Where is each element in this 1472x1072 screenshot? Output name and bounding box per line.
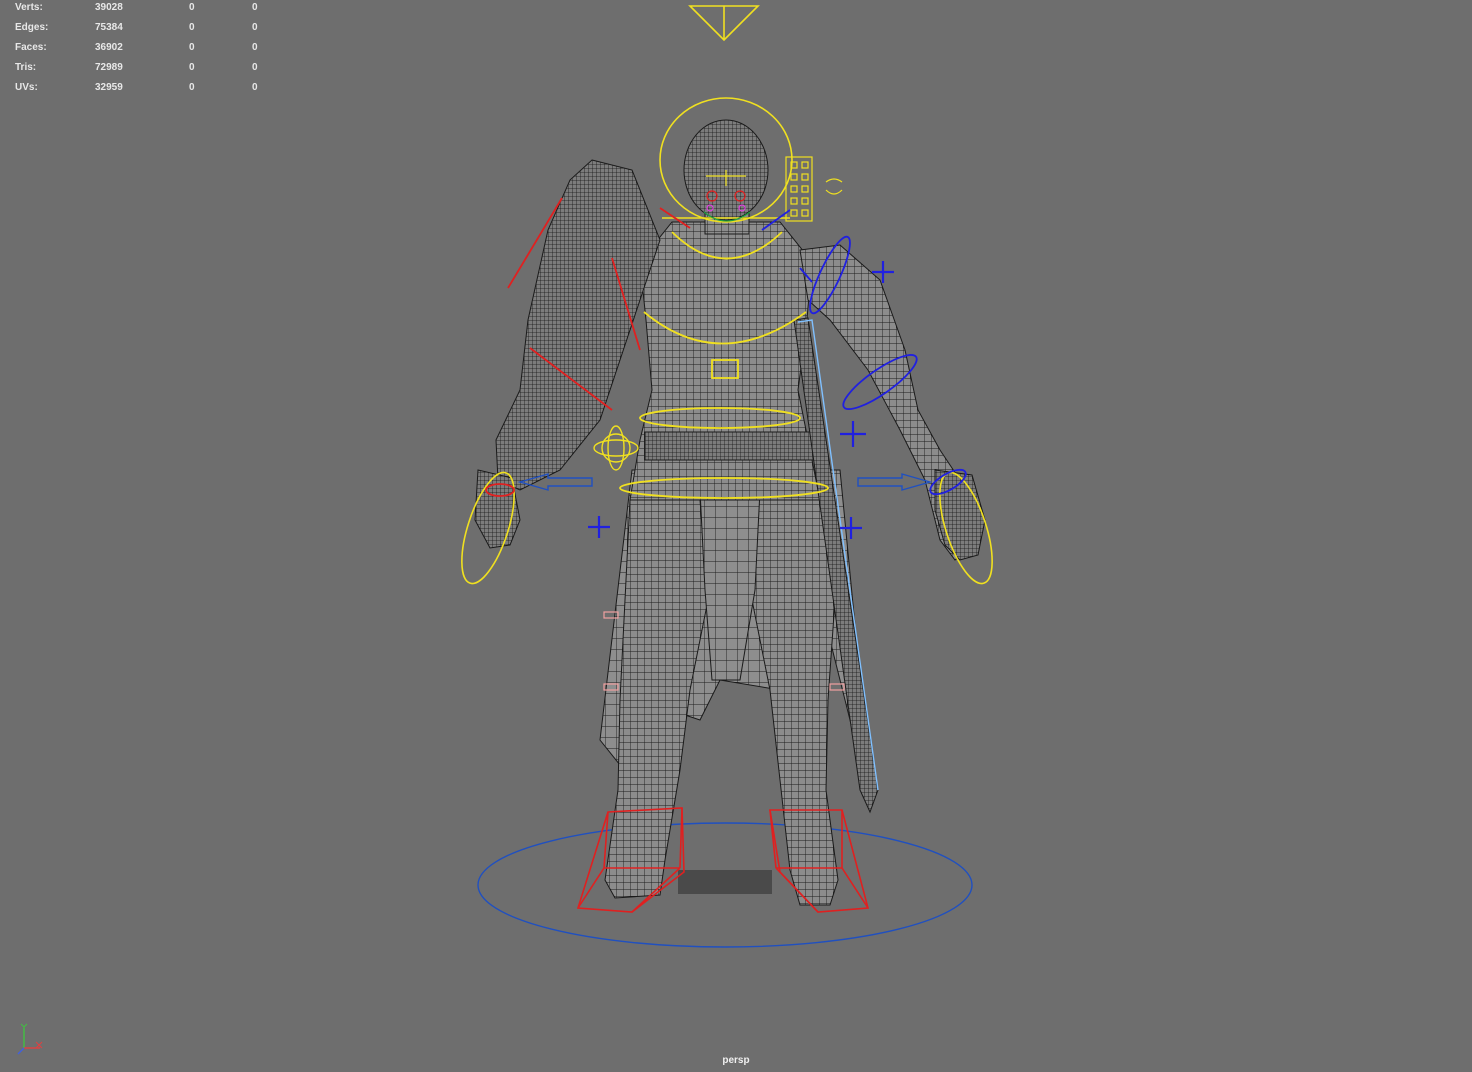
camera-name-label: persp: [722, 1055, 750, 1066]
floor-shadow: [678, 870, 772, 894]
face-panel-control[interactable]: [785, 156, 843, 222]
hip-pivot-control[interactable]: [593, 425, 639, 471]
right-leg-mesh: [751, 499, 839, 906]
belt-mesh: [644, 431, 821, 461]
character-rig-scene[interactable]: [0, 0, 1472, 1072]
perspective-viewport[interactable]: Verts: 39028 0 0 Edges: 75384 0 0 Faces:…: [0, 0, 1472, 1072]
top-triangle-control[interactable]: [688, 5, 760, 42]
left-arm-armor-mesh: [495, 159, 661, 491]
xyz-axis-icon: [17, 1023, 43, 1055]
